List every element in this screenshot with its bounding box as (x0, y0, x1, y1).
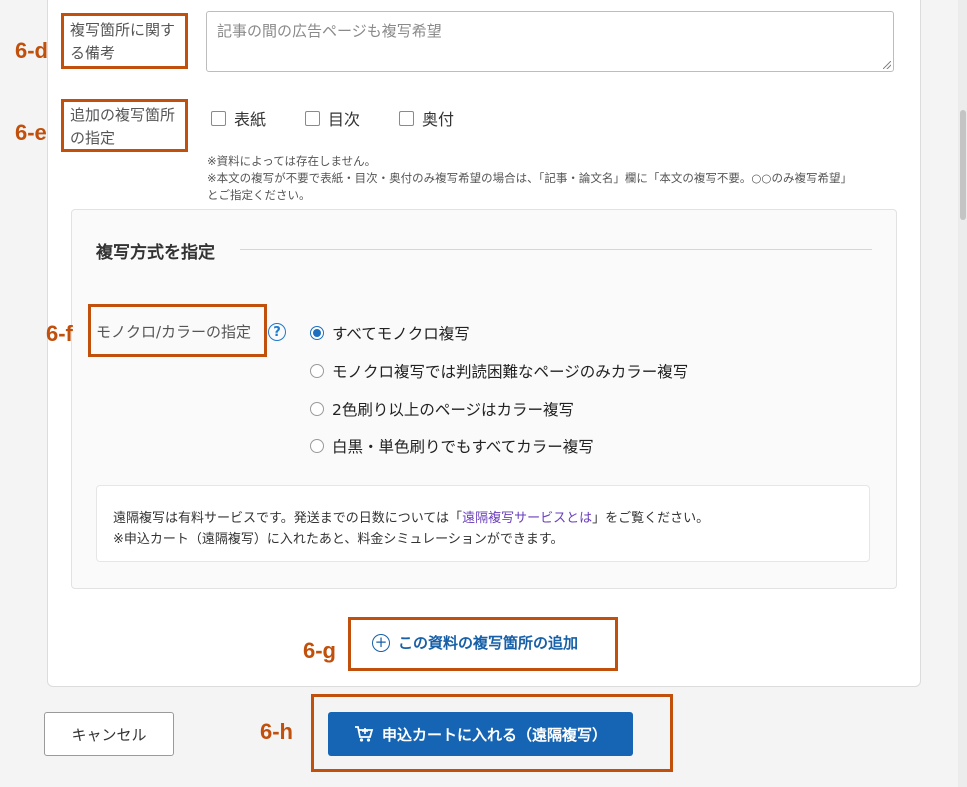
annotation-box-6f (88, 304, 267, 357)
checkbox-toc[interactable]: 目次 (305, 106, 360, 130)
note-line: ※資料によっては存在しません。 (207, 154, 377, 168)
annotation-box-6h (311, 694, 673, 772)
help-icon[interactable]: ? (268, 323, 286, 341)
radio-label: 白黒・単色刷りでもすべてカラー複写 (332, 438, 594, 456)
radio-label: モノクロ複写では判読困難なページのみカラー複写 (332, 363, 689, 381)
info-line-1: 遠隔複写は有料サービスです。発送までの日数については「遠隔複写サービスとは」をご… (113, 507, 709, 526)
info-text: 」をご覧ください。 (592, 511, 710, 526)
checkbox-label: 奥付 (422, 110, 455, 129)
radio-all-mono[interactable]: すべてモノクロ複写 (310, 322, 470, 344)
radio-color-multicolor[interactable]: 2色刷り以上のページはカラー複写 (310, 398, 574, 420)
annotation-label-6d: 6-d (15, 38, 48, 63)
note-line: とご指定ください。 (207, 188, 311, 202)
radio-dot[interactable] (310, 326, 324, 340)
checkbox-box[interactable] (399, 110, 414, 126)
note-line: ※本文の複写が不要で表紙・目次・奥付のみ複写希望の場合は、「記事・論文名」欄に「… (207, 171, 852, 185)
checkbox-label: 表紙 (234, 110, 267, 129)
service-link[interactable]: 遠隔複写サービスとは (462, 511, 592, 526)
radio-color-hard-pages[interactable]: モノクロ複写では判読困難なページのみカラー複写 (310, 360, 688, 382)
section-divider (240, 249, 872, 250)
resize-grip-icon[interactable] (883, 61, 891, 69)
section-title: 複写方式を指定 (96, 243, 215, 263)
checkbox-box[interactable] (305, 110, 320, 126)
annotation-box-6g (348, 617, 618, 671)
annotation-label-6e: 6-e (15, 120, 47, 145)
radio-dot[interactable] (310, 402, 324, 416)
annotation-box-6d (61, 13, 188, 69)
checkbox-box[interactable] (211, 110, 226, 126)
info-line-2: ※申込カート（遠隔複写）に入れたあと、料金シミュレーションができます。 (113, 532, 564, 547)
radio-dot[interactable] (310, 439, 324, 453)
checkbox-colophon[interactable]: 奥付 (399, 106, 454, 130)
checkbox-label: 目次 (328, 110, 361, 129)
info-text: 遠隔複写は有料サービスです。発送までの日数については「 (113, 511, 463, 526)
annotation-label-6f: 6-f (46, 321, 73, 346)
checkbox-cover[interactable]: 表紙 (211, 106, 266, 130)
radio-dot[interactable] (310, 364, 324, 378)
radio-label: すべてモノクロ複写 (332, 325, 470, 343)
annotation-box-6e (61, 99, 188, 152)
remarks-textarea[interactable]: 記事の間の広告ページも複写希望 (206, 11, 894, 72)
radio-all-color[interactable]: 白黒・単色刷りでもすべてカラー複写 (310, 435, 594, 457)
cancel-button[interactable]: キャンセル (44, 712, 174, 756)
scrollbar-thumb[interactable] (960, 110, 966, 220)
annotation-label-6g: 6-g (303, 638, 336, 663)
radio-label: 2色刷り以上のページはカラー複写 (332, 401, 575, 419)
annotation-label-6h: 6-h (260, 719, 293, 744)
remarks-value: 記事の間の広告ページも複写希望 (217, 22, 442, 40)
